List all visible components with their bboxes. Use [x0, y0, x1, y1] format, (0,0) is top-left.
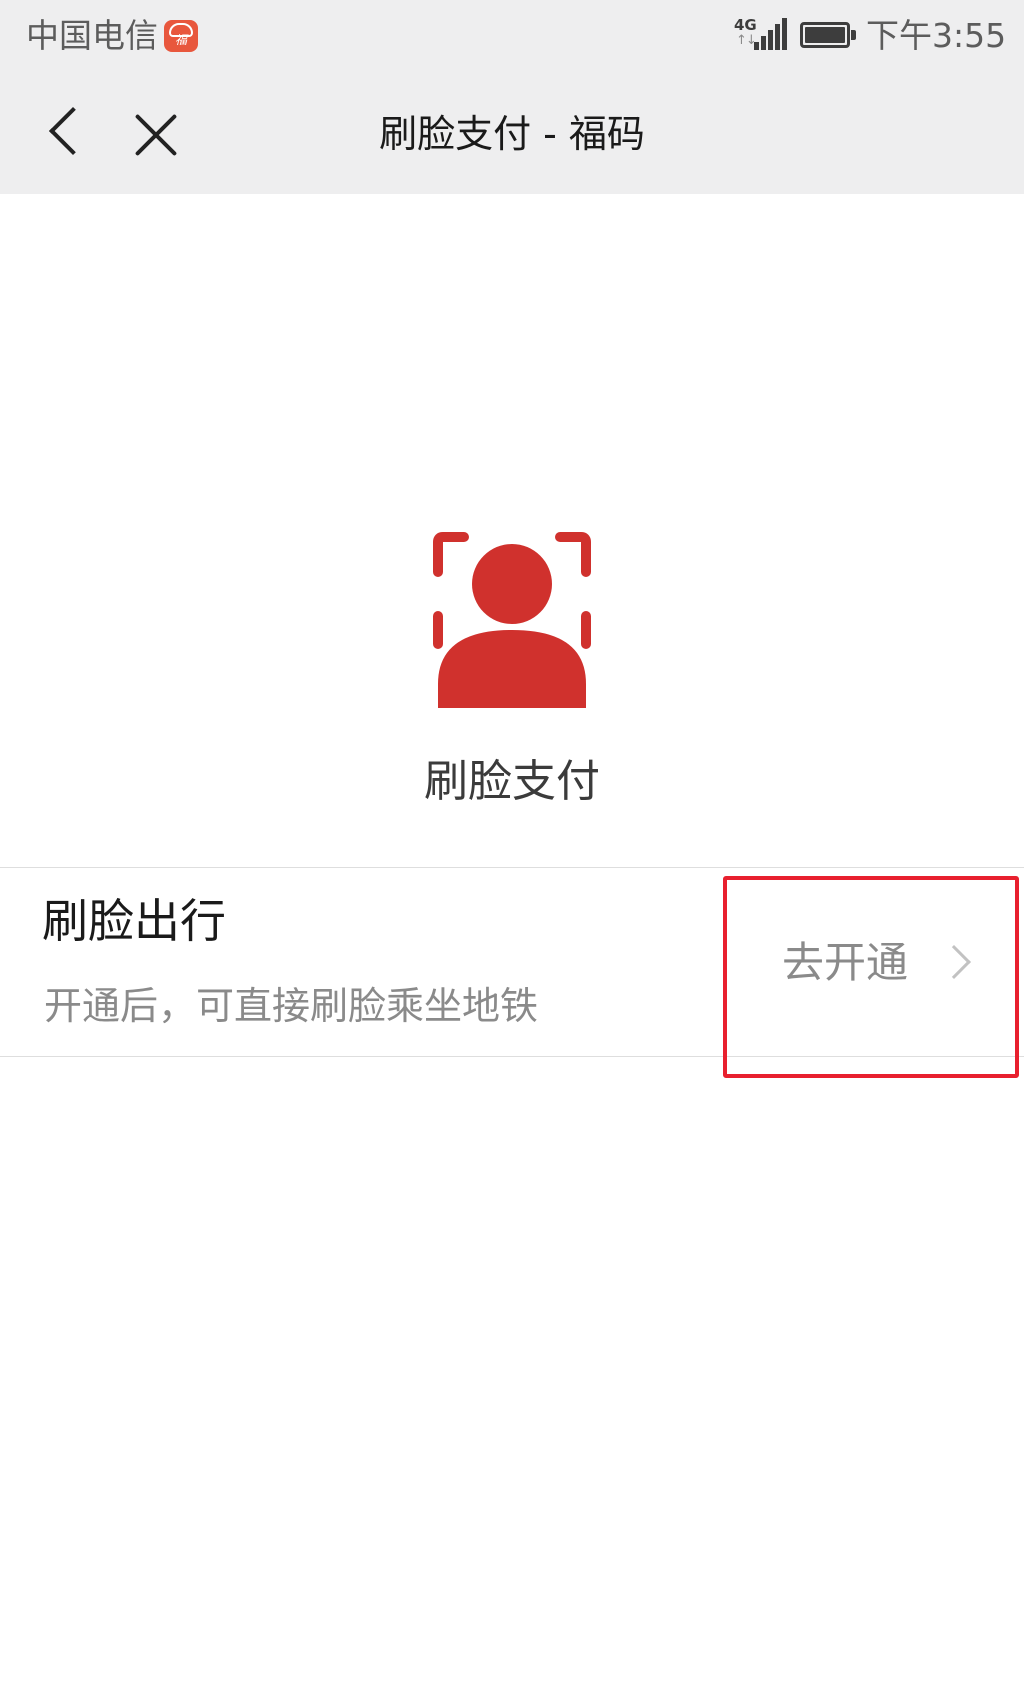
battery-full-icon — [800, 22, 856, 48]
face-metro-description: 开通后，可直接刷脸乘坐地铁 — [44, 984, 539, 1028]
face-pay-screen: 中国电信 福 4G ↑↓ 下午3:55 刷脸支付 - 福码 刷脸支付 刷脸出行 … — [0, 0, 1024, 1691]
network-activity-icon: ↑↓ — [736, 33, 757, 48]
close-button[interactable] — [124, 100, 188, 170]
back-button[interactable] — [36, 100, 98, 170]
face-pay-label: 刷脸支付 — [424, 756, 600, 807]
carrier-name: 中国电信 — [26, 16, 158, 55]
nav-bar: 刷脸支付 - 福码 — [0, 72, 1024, 194]
highlight-annotation-box — [723, 876, 1019, 1078]
chevron-left-icon — [48, 106, 98, 156]
signal-bars-icon — [754, 18, 788, 50]
fuxing-cloud-icon: 福 — [164, 20, 198, 52]
status-time: 下午3:55 — [866, 16, 1007, 55]
face-scan-user-icon — [433, 532, 591, 708]
page-title: 刷脸支付 - 福码 — [379, 112, 645, 156]
status-bar: 中国电信 福 4G ↑↓ 下午3:55 — [0, 0, 1024, 72]
carrier-badge-text: 福 — [174, 33, 187, 47]
face-metro-title: 刷脸出行 — [42, 894, 226, 948]
